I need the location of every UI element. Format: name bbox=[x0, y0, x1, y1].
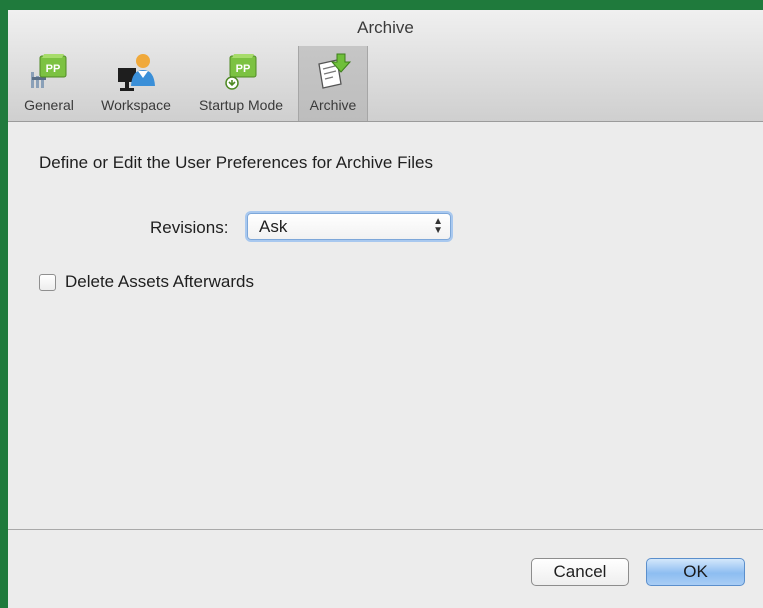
ok-button[interactable]: OK bbox=[646, 558, 745, 586]
toolbar-item-general[interactable]: PP General bbox=[14, 46, 84, 121]
preferences-window: Archive PP General Workspace PP Startup … bbox=[8, 10, 763, 608]
delete-assets-label: Delete Assets Afterwards bbox=[65, 272, 254, 291]
updown-arrows-icon: ▲ ▼ bbox=[433, 216, 443, 236]
window-title: Archive bbox=[357, 18, 414, 37]
toolbar-item-archive-label: Archive bbox=[309, 97, 357, 113]
cancel-button[interactable]: Cancel bbox=[531, 558, 629, 586]
workspace-user-icon bbox=[118, 54, 155, 91]
page-heading: Define or Edit the User Preferences for … bbox=[39, 153, 433, 172]
revisions-select-value: Ask bbox=[259, 217, 288, 236]
pp-general-icon: PP bbox=[31, 54, 67, 88]
toolbar: Archive PP General Workspace PP Startup … bbox=[8, 10, 763, 122]
revisions-label: Revisions: bbox=[150, 218, 229, 237]
pp-startup-icon: PP bbox=[225, 54, 257, 90]
toolbar-item-startup-mode[interactable]: PP Startup Mode bbox=[189, 46, 293, 121]
toolbar-item-workspace-label: Workspace bbox=[101, 97, 171, 113]
svg-text:PP: PP bbox=[236, 63, 251, 75]
svg-text:PP: PP bbox=[46, 63, 61, 75]
footer-divider bbox=[8, 529, 763, 530]
toolbar-item-general-label: General bbox=[24, 97, 74, 113]
toolbar-item-workspace[interactable]: Workspace bbox=[93, 46, 179, 121]
archive-download-icon bbox=[318, 53, 352, 89]
revisions-select[interactable]: Ask ▲ ▼ bbox=[247, 213, 451, 240]
toolbar-item-startup-mode-label: Startup Mode bbox=[198, 97, 284, 113]
toolbar-item-archive[interactable]: Archive bbox=[298, 46, 368, 121]
delete-assets-checkbox[interactable] bbox=[39, 274, 56, 291]
